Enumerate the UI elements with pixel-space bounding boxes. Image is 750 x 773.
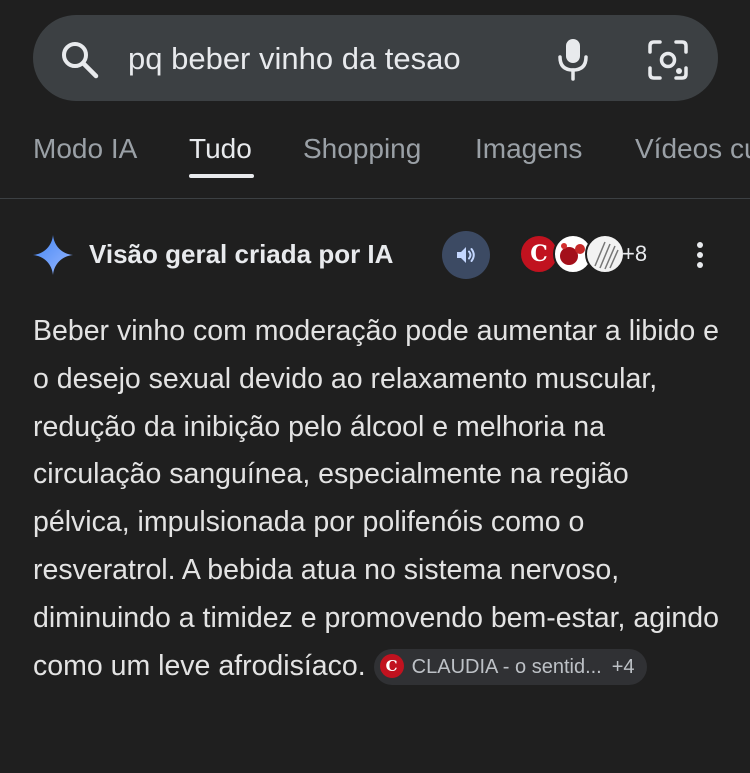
lens-icon[interactable] [646, 38, 690, 82]
source-chip-count: +4 [611, 656, 635, 679]
tab-videos[interactable]: Vídeos cu [635, 132, 750, 166]
speaker-icon [457, 247, 475, 263]
source-chip-logo: C [379, 653, 404, 678]
sources-stack[interactable]: C [519, 231, 629, 279]
sources-more-count[interactable]: +8 [622, 239, 647, 269]
listen-button[interactable] [442, 231, 490, 279]
ai-overview-title: Visão geral criada por IA [89, 239, 394, 269]
tab-shopping[interactable]: Shopping [303, 132, 421, 166]
tab-tudo[interactable]: Tudo [189, 132, 252, 166]
search-icon[interactable] [58, 38, 102, 82]
mic-icon[interactable] [553, 35, 593, 83]
active-tab-indicator [189, 174, 254, 178]
ai-overview-header: Visão geral criada por IA C +8 [0, 225, 750, 285]
sparkle-icon [33, 235, 73, 275]
source-chip-label: CLAUDIA - o sentid... [411, 656, 602, 679]
answer-text: Beber vinho com moderação pode aumentar … [33, 315, 720, 682]
tab-modo-ia[interactable]: Modo IA [33, 132, 137, 166]
ai-overview-answer: Beber vinho com moderação pode aumentar … [33, 308, 723, 690]
search-tabs: Modo IA Tudo Shopping Imagens Vídeos cu [0, 124, 750, 184]
source-logo [585, 234, 625, 274]
tab-imagens[interactable]: Imagens [475, 132, 582, 166]
divider [0, 198, 750, 199]
more-vert-icon[interactable] [690, 239, 710, 271]
search-input[interactable]: pq beber vinho da tesao [128, 38, 461, 80]
source-chip[interactable]: C CLAUDIA - o sentid... +4 [373, 649, 647, 686]
